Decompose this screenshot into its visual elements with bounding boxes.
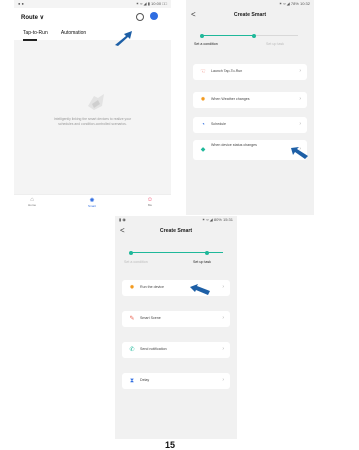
option-send-notification[interactable]: ✆ Send notification ›: [122, 342, 230, 358]
bottom-nav: ⌂ Home ✺ Smart ☺ Me: [14, 194, 171, 215]
step-line-todo: [254, 35, 298, 37]
clock-icon: ◔: [201, 122, 205, 128]
notify-icon: ✆: [129, 347, 135, 353]
step-line-done: [131, 252, 223, 254]
nav-me[interactable]: ☺ Me: [140, 197, 160, 207]
nav-smart-label: Smart: [87, 204, 96, 208]
smart-header: Route ∨ Tap-to-Run Automation: [14, 8, 171, 41]
option-delay[interactable]: ⧗ Delay ›: [122, 373, 230, 389]
chevron-right-icon: ›: [299, 68, 301, 74]
phone-screen-create-smart-task: ▮ ◉ ✶ ¤ ◢ 80% 15:31 < Create Smart Set a…: [115, 216, 237, 439]
empty-text-line-2: schedules and condition-controlled scena…: [58, 122, 127, 126]
scan-icon[interactable]: [136, 13, 144, 21]
option-schedule[interactable]: ◔ Schedule ›: [193, 117, 307, 133]
tab-automation[interactable]: Automation: [61, 30, 86, 36]
step-dot-2: [252, 33, 256, 38]
header: < Create Smart: [115, 224, 237, 239]
pointer-arrow-icon: [115, 31, 132, 46]
device-icon: ◆: [200, 147, 206, 153]
status-right: ✶ ¤ ◢ 80% 15:31: [201, 217, 233, 222]
step-dot-1: [129, 250, 133, 255]
step-label-condition: Set a condition: [124, 260, 148, 264]
sun-icon: ✹: [200, 97, 206, 103]
home-selector[interactable]: Route ∨: [21, 14, 44, 21]
option-label: Delay: [140, 378, 150, 382]
smart-icon: ✺: [89, 198, 95, 204]
option-weather-changes[interactable]: ✹ When Weather changes ›: [193, 92, 307, 108]
option-label: Smart Scene: [140, 316, 161, 320]
phone-screen-smart: ● ● ✶ ¤ ◢ ▮ 10:00 □□ Route ∨ Tap-to-Run …: [14, 0, 171, 215]
option-label: Schedule: [211, 122, 226, 126]
status-bar: ▮ ◉ ✶ ¤ ◢ 80% 15:31: [115, 216, 237, 224]
header: < Create Smart: [186, 8, 314, 23]
status-bar: ✶ ¤ ◢ 78% 10:32: [186, 0, 314, 8]
scene-icon: ✎: [129, 316, 135, 322]
tab-tap-to-run[interactable]: Tap-to-Run: [23, 30, 48, 36]
step-label-condition: Set a condition: [194, 42, 218, 46]
step-label-task: Set up task: [193, 260, 211, 264]
sun-icon: ✹: [129, 285, 135, 291]
option-run-device[interactable]: ✹ Run the device ›: [122, 280, 230, 296]
status-left: ▮ ◉: [119, 217, 126, 222]
phone-screen-create-smart-condition: ✶ ¤ ◢ 78% 10:32 < Create Smart Set a con…: [186, 0, 314, 215]
chevron-right-icon: ›: [222, 284, 224, 290]
hourglass-icon: ⧗: [129, 378, 135, 384]
nav-smart[interactable]: ✺ Smart: [82, 197, 102, 208]
option-label: Run the device: [140, 285, 164, 289]
step-line-done: [202, 35, 254, 37]
option-smart-scene[interactable]: ✎ Smart Scene ›: [122, 311, 230, 327]
option-label: When Weather changes: [211, 97, 250, 101]
chevron-right-icon: ›: [299, 121, 301, 127]
status-left: ● ●: [18, 1, 24, 6]
chevron-right-icon: ›: [222, 315, 224, 321]
tab-underline: [23, 39, 37, 41]
empty-hand-icon: [88, 94, 104, 110]
option-launch-tap-to-run[interactable]: ☜ Launch Tap-To-Run ›: [193, 64, 307, 80]
nav-me-label: Me: [147, 203, 153, 207]
add-icon[interactable]: [150, 12, 158, 20]
empty-state-text: Intelligently linking the smart devices …: [20, 117, 165, 127]
nav-home-label: Home: [27, 203, 36, 207]
status-right: ✶ ¤ ◢ 78% 10:32: [278, 1, 310, 6]
page-title: Create Smart: [233, 12, 267, 18]
chevron-right-icon: ›: [299, 96, 301, 102]
chevron-right-icon: ›: [222, 346, 224, 352]
option-label: Launch Tap-To-Run: [211, 69, 243, 73]
smart-tabs: Tap-to-Run Automation: [23, 30, 98, 36]
chevron-right-icon: ›: [222, 377, 224, 383]
option-label: When device status changes: [211, 143, 257, 147]
option-label: Send notification: [140, 347, 167, 351]
pointer-arrow-icon: [291, 147, 308, 159]
step-label-task: Set up task: [266, 42, 284, 46]
nav-home[interactable]: ⌂ Home: [22, 197, 42, 207]
page-title: Create Smart: [159, 228, 193, 234]
page-number: 15: [165, 440, 176, 450]
pointer-arrow-icon: [190, 284, 210, 295]
step-dot-1: [200, 33, 204, 38]
hand-icon: ☜: [200, 69, 206, 75]
status-bar: ● ● ✶ ¤ ◢ ▮ 10:00 □□: [14, 0, 171, 8]
step-dot-2: [205, 250, 209, 255]
status-right: ✶ ¤ ◢ ▮ 10:00 □□: [135, 1, 167, 6]
